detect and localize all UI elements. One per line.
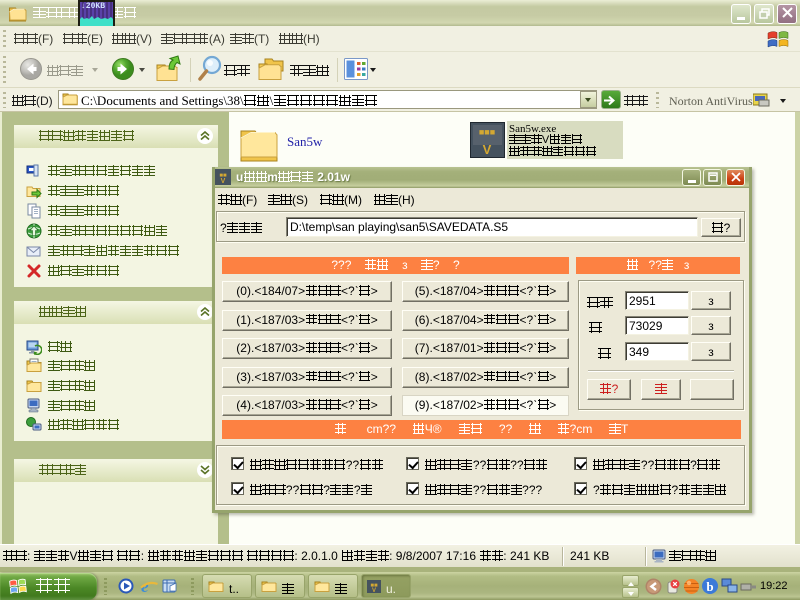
svg-text:V: V — [372, 588, 376, 593]
svg-text:b: b — [706, 579, 713, 594]
svg-text:V: V — [483, 142, 492, 157]
svg-text:V: V — [221, 178, 226, 185]
svg-text:■■■: ■■■ — [479, 127, 495, 137]
